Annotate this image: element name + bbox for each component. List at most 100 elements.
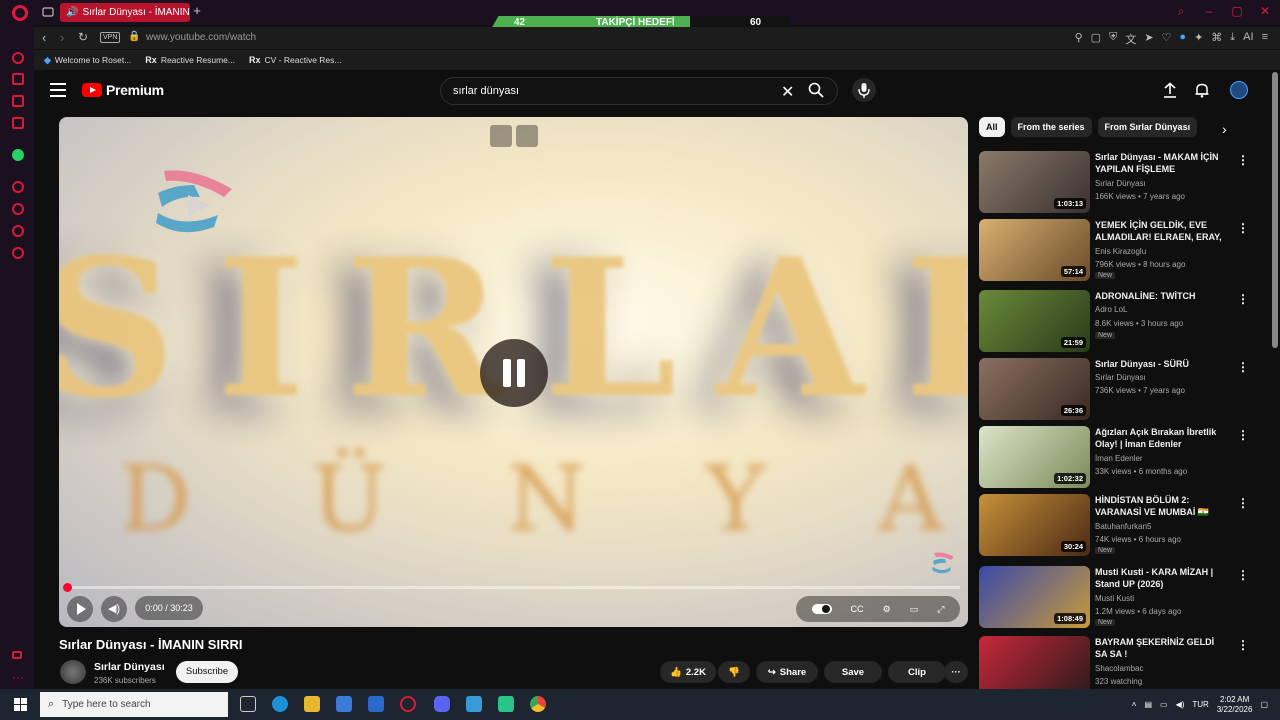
search-icon[interactable] bbox=[808, 82, 824, 98]
bookmark-item[interactable]: ◆ Welcome to Roset... bbox=[44, 55, 131, 66]
settings-icon[interactable]: ⚙ bbox=[883, 604, 891, 615]
chip-all[interactable]: All bbox=[979, 117, 1005, 137]
chip-from-channel[interactable]: From Sırlar Dünyası bbox=[1097, 117, 1198, 137]
recommendation-item[interactable]: 1:08:49 Musti Kusti - KARA MİZAH | Stand… bbox=[979, 566, 1249, 628]
back-icon[interactable]: ‹ bbox=[42, 30, 46, 45]
chip-from-series[interactable]: From the series bbox=[1010, 117, 1092, 137]
more-icon[interactable]: ≡ bbox=[1262, 31, 1268, 47]
forward-icon[interactable]: › bbox=[60, 30, 64, 45]
more-vert-icon[interactable]: ⋮ bbox=[1237, 360, 1249, 374]
recommendation-item[interactable]: 57:14 YEMEK İÇİN GELDİK, EVE ALMADILAR! … bbox=[979, 219, 1249, 281]
microphone-icon[interactable] bbox=[852, 78, 876, 102]
ai-icon[interactable]: AI bbox=[1243, 31, 1253, 47]
upload-icon[interactable] bbox=[1162, 82, 1178, 98]
download-icon[interactable]: ⤓ bbox=[1230, 31, 1235, 47]
speaker-icon[interactable]: 🔊 bbox=[66, 7, 78, 18]
close-icon[interactable]: ✕ bbox=[1258, 4, 1272, 18]
recommendation-item[interactable]: 1:03:13 Sırlar Dünyası - MAKAM İÇİN YAPI… bbox=[979, 151, 1249, 213]
language-indicator[interactable]: TUR bbox=[1192, 700, 1208, 709]
rec-channel[interactable]: Shacolambac bbox=[1095, 664, 1143, 673]
gx-icon[interactable] bbox=[12, 651, 22, 659]
more-vert-icon[interactable]: ⋮ bbox=[1237, 292, 1249, 306]
puzzle-icon[interactable]: ✦ bbox=[1194, 31, 1203, 47]
page-scrollbar[interactable] bbox=[1272, 72, 1278, 348]
pause-icon[interactable] bbox=[480, 339, 548, 407]
more-vert-icon[interactable]: ⋮ bbox=[1237, 221, 1249, 235]
more-actions-icon[interactable]: ··· bbox=[944, 661, 968, 683]
like-button[interactable]: 👍 2.2K bbox=[660, 661, 716, 683]
tab-islands-icon[interactable] bbox=[42, 6, 54, 18]
heart-icon[interactable]: ♡ bbox=[1162, 31, 1172, 47]
rec-title[interactable]: Musti Kusti - KARA MİZAH | Stand UP (202… bbox=[1095, 566, 1225, 590]
notifications-icon[interactable]: ▢ bbox=[1260, 700, 1268, 709]
lock-icon[interactable]: 🔒 bbox=[128, 31, 140, 42]
chrome-icon[interactable] bbox=[530, 696, 546, 712]
network-app-icon[interactable] bbox=[466, 696, 482, 712]
file-explorer-icon[interactable] bbox=[304, 696, 320, 712]
edge-icon[interactable] bbox=[272, 696, 288, 712]
account-avatar[interactable] bbox=[1230, 81, 1248, 99]
chevron-right-icon[interactable]: › bbox=[1222, 121, 1227, 137]
rec-channel[interactable]: Batuhanfurkan5 bbox=[1095, 522, 1152, 531]
mail-icon[interactable] bbox=[368, 696, 384, 712]
pin-icon[interactable]: ⚲ bbox=[1075, 31, 1083, 47]
translate-icon[interactable]: 文 bbox=[1125, 31, 1136, 47]
rec-title[interactable]: YEMEK İÇİN GELDİK, EVE ALMADILAR! ELRAEN… bbox=[1095, 219, 1225, 244]
chevron-up-icon[interactable]: ˄ bbox=[1132, 700, 1137, 709]
whatsapp-icon[interactable] bbox=[12, 149, 24, 161]
youtube-logo[interactable]: Premium bbox=[82, 82, 164, 98]
aria-icon[interactable] bbox=[12, 52, 24, 64]
gaming-icon[interactable] bbox=[12, 95, 24, 107]
more-vert-icon[interactable]: ⋮ bbox=[1237, 496, 1249, 510]
video-thumbnail[interactable]: 57:14 bbox=[979, 219, 1090, 281]
channel-avatar[interactable] bbox=[60, 660, 86, 684]
notifications-bell-icon[interactable] bbox=[1194, 82, 1210, 98]
rec-channel[interactable]: Enis Kirazoglu bbox=[1095, 247, 1146, 256]
more-vert-icon[interactable]: ⋮ bbox=[1237, 568, 1249, 582]
shield-icon[interactable]: ⛨ bbox=[1109, 31, 1117, 47]
save-button[interactable]: Save bbox=[824, 661, 882, 683]
url-field[interactable]: www.youtube.com/watch bbox=[146, 32, 256, 43]
network-icon[interactable]: ▤ bbox=[1144, 700, 1152, 709]
send-icon[interactable]: ➤ bbox=[1144, 31, 1153, 47]
rec-channel[interactable]: Musti Kusti bbox=[1095, 594, 1134, 603]
search-input[interactable] bbox=[453, 85, 753, 97]
reload-icon[interactable]: ↻ bbox=[78, 30, 88, 44]
opera-gx-icon[interactable] bbox=[400, 696, 416, 712]
bookmark-item[interactable]: Rx Reactive Resume... bbox=[145, 55, 235, 65]
camera-icon[interactable]: ⌘ bbox=[1211, 31, 1222, 47]
discord-icon[interactable] bbox=[434, 696, 450, 712]
recommendation-item[interactable]: 21:59 ADRONALİNE: TWİTCH Adro LoL 8.6K v… bbox=[979, 290, 1249, 352]
bookmark-item[interactable]: Rx CV - Reactive Res... bbox=[249, 55, 342, 65]
battery-icon[interactable]: ▭ bbox=[1160, 700, 1168, 709]
autoplay-toggle[interactable] bbox=[811, 604, 832, 614]
share-button[interactable]: ↪ Share bbox=[756, 661, 818, 683]
rec-channel[interactable]: Adro LoL bbox=[1095, 305, 1127, 314]
rec-channel[interactable]: İman Edenler bbox=[1095, 454, 1143, 463]
extensions-icon[interactable] bbox=[12, 225, 24, 237]
clip-button[interactable]: Clip bbox=[888, 661, 946, 683]
recommendation-item[interactable]: 1:02:32 Ağızları Açık Bırakan İbretlik O… bbox=[979, 426, 1249, 488]
more-vert-icon[interactable]: ⋮ bbox=[1237, 153, 1249, 167]
subscribe-button[interactable]: Subscribe bbox=[176, 661, 238, 683]
history-icon[interactable] bbox=[12, 203, 24, 215]
clear-search-icon[interactable]: ✕ bbox=[781, 82, 794, 102]
subtitles-icon[interactable]: CC bbox=[851, 604, 864, 614]
new-tab-icon[interactable]: + bbox=[190, 4, 204, 18]
video-thumbnail[interactable]: 1:02:32 bbox=[979, 426, 1090, 488]
search-tabs-icon[interactable]: ⌕ bbox=[1174, 4, 1188, 18]
extension-blue-icon[interactable]: ● bbox=[1179, 31, 1186, 47]
clock[interactable]: 2:02 AM 3/22/2026 bbox=[1217, 695, 1253, 715]
maximize-icon[interactable]: ▢ bbox=[1230, 4, 1244, 18]
volume-icon[interactable]: ◀) bbox=[101, 596, 127, 622]
video-thumbnail[interactable]: 21:59 bbox=[979, 290, 1090, 352]
theater-mode-icon[interactable]: ▭ bbox=[910, 604, 919, 615]
rec-title[interactable]: HİNDİSTAN BÖLÜM 2: VARANASİ VE MUMBAİ 🇮🇳 bbox=[1095, 494, 1225, 518]
rec-title[interactable]: BAYRAM ŞEKERİNİZ GELDİ SA SA ! bbox=[1095, 636, 1225, 660]
progress-bar[interactable] bbox=[67, 586, 960, 589]
active-tab[interactable]: 🔊 Sırlar Dünyası - İMANIN bbox=[60, 3, 190, 22]
recommendation-item[interactable]: BAYRAM ŞEKERİNİZ GELDİ SA SA ! Shacolamb… bbox=[979, 636, 1249, 689]
dislike-button[interactable]: 👎 bbox=[718, 661, 750, 683]
rec-channel[interactable]: Sırlar Dünyası bbox=[1095, 179, 1146, 188]
skip-next-icon[interactable] bbox=[516, 125, 538, 147]
